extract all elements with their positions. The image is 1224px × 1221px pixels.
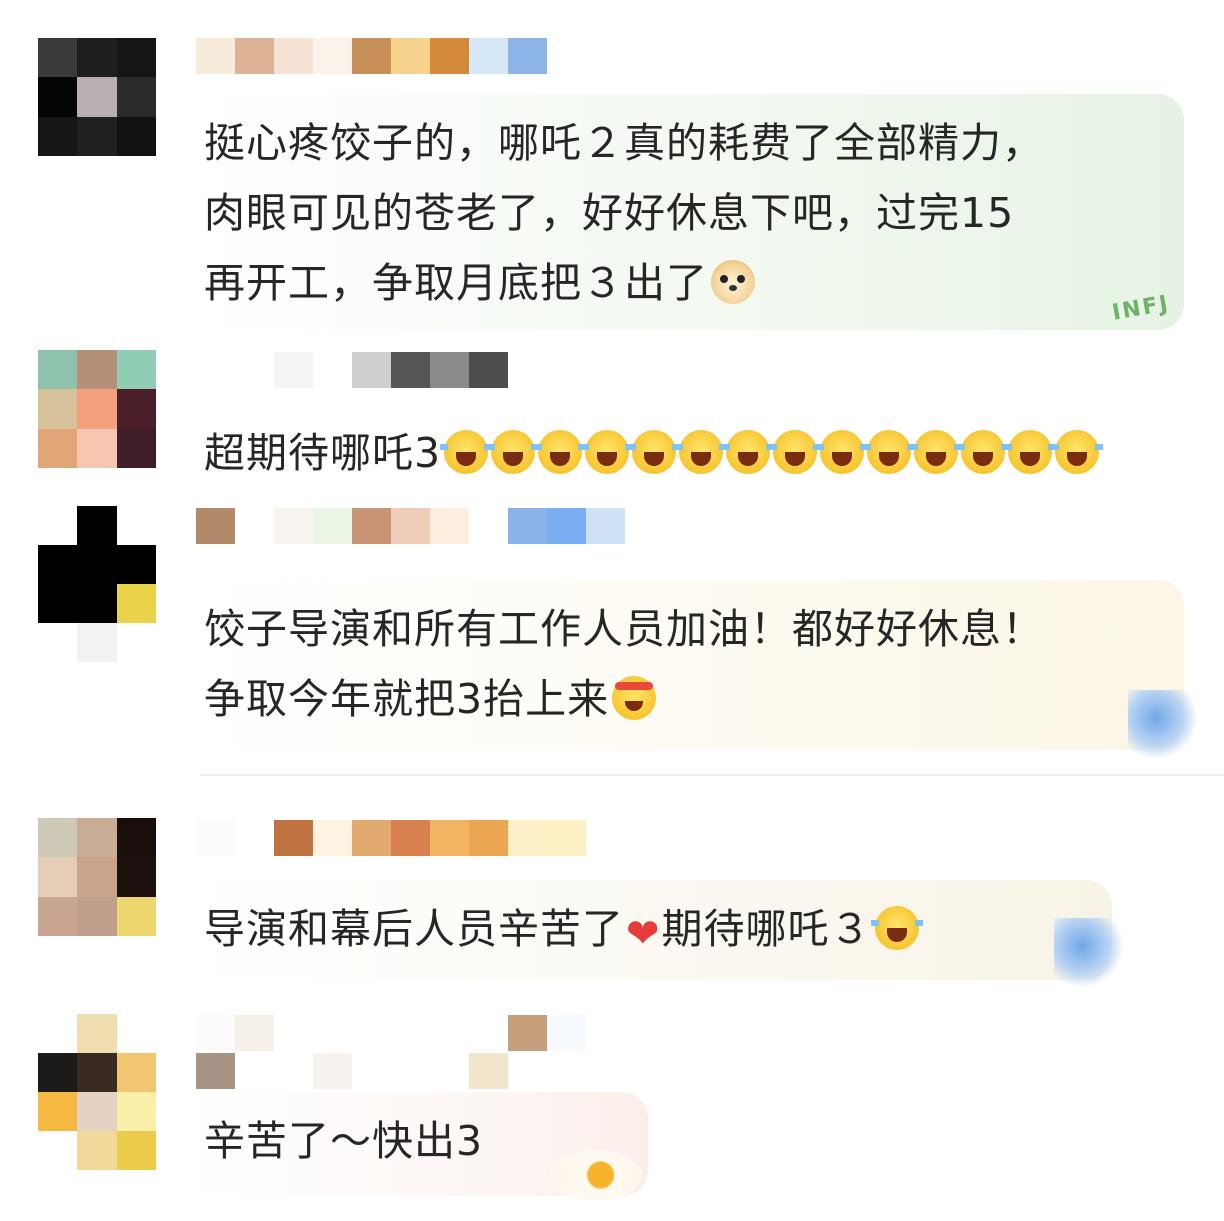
avatar[interactable] xyxy=(38,506,156,662)
avatar[interactable] xyxy=(38,38,156,156)
heart-icon: ❤ xyxy=(626,911,660,957)
laugh-icon xyxy=(769,430,822,474)
comment-bubble[interactable]: 挺心疼饺子的，哪吒２真的耗费了全部精力， 肉眼可见的苍老了，好好休息下吧，过完1… xyxy=(188,94,1184,330)
laugh-icon xyxy=(870,906,923,950)
laugh-icon xyxy=(816,430,869,474)
fried-egg-decoration xyxy=(550,1150,642,1200)
avatar[interactable] xyxy=(38,818,156,936)
laugh-icon xyxy=(1004,430,1057,474)
username-blurred[interactable] xyxy=(196,508,625,544)
laugh-icon xyxy=(863,430,916,474)
laugh-icon xyxy=(722,430,775,474)
laugh-icon xyxy=(534,430,587,474)
laugh-icon xyxy=(440,430,493,474)
username-blurred[interactable] xyxy=(196,38,547,74)
laugh-icon xyxy=(957,430,1010,474)
username-blurred[interactable] xyxy=(196,1014,636,1090)
comment-text-after: 期待哪吒３ xyxy=(661,905,872,953)
comment-bubble[interactable]: 饺子导演和所有工作人员加油！都好好休息！ 争取今年就把3抬上来 xyxy=(188,580,1184,750)
username-blurred[interactable] xyxy=(196,352,508,388)
laugh-icon xyxy=(910,430,963,474)
laugh-icon xyxy=(487,430,540,474)
laugh-icon xyxy=(628,430,681,474)
laugh-icon-row xyxy=(440,430,1104,474)
comment-text: 超期待哪吒3 xyxy=(204,429,442,477)
username-blurred[interactable] xyxy=(196,820,586,856)
avatar[interactable] xyxy=(38,1014,156,1170)
laugh-icon xyxy=(581,430,634,474)
laugh-icon xyxy=(1051,430,1104,474)
fighting-icon xyxy=(612,676,657,720)
avatar[interactable] xyxy=(38,350,156,468)
divider xyxy=(200,774,1224,776)
doge-icon xyxy=(711,260,755,304)
cartoon-decoration xyxy=(1054,918,1124,988)
cartoon-decoration xyxy=(1128,690,1198,760)
comment-text: 挺心疼饺子的，哪吒２真的耗费了全部精力， 肉眼可见的苍老了，好好休息下吧，过完1… xyxy=(204,119,1044,307)
comment-bubble[interactable]: 导演和幕后人员辛苦了❤期待哪吒３ xyxy=(188,880,1112,980)
comment-bubble[interactable]: 超期待哪吒3 xyxy=(188,404,1188,494)
comment-text: 辛苦了～快出3 xyxy=(204,1117,484,1165)
laugh-icon xyxy=(675,430,728,474)
comment-text: 导演和幕后人员辛苦了 xyxy=(204,905,624,953)
